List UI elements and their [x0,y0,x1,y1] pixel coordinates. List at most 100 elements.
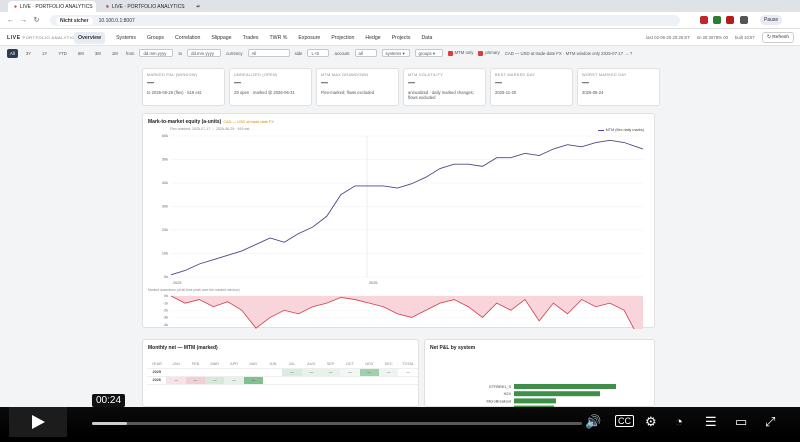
system-bar[interactable] [514,398,556,403]
nav-slippage[interactable]: Slippage [211,35,231,41]
browser-tab-active[interactable]: ● LIVE · PORTFOLIO ANALYTICS × [8,1,96,12]
nav-data[interactable]: Data [421,35,432,41]
kpi-label: UNREALIZED (OPEN) [234,73,307,77]
tab-title: LIVE · PORTFOLIO ANALYTICS [112,4,185,10]
y-tick-label: 30k [162,205,168,209]
time-tooltip: 00:24 [92,394,125,407]
status-built: built 10:57 [735,35,755,40]
side-select[interactable]: L+S [307,49,329,57]
forward-icon[interactable]: → [19,16,28,25]
url-field[interactable]: Nicht sicher 10.100.0.1:8007 [50,15,680,26]
month-cell [321,376,340,384]
col-header: JUL [282,360,301,368]
x-tick-label: 2026 [369,281,377,285]
col-header: JUN [263,360,282,368]
kpi-sub: 29 open · marked @ 2026-06-31 [234,90,307,95]
tab-favicon-icon: ● [14,4,17,10]
address-bar-row: ← → ↻ Nicht sicher 10.100.0.1:8007 Pause [0,12,800,29]
kpi-value: — [495,80,568,87]
system-bar[interactable] [514,391,600,396]
reload-icon[interactable]: ↻ [32,16,41,25]
range-6m[interactable]: 6M [75,49,87,58]
nav-projects[interactable]: Projects [392,35,411,41]
checkbox-icon [448,51,453,56]
refresh-icon: ↻ [767,35,771,40]
profile-button[interactable]: Pause [760,15,782,25]
seek-bar[interactable] [92,422,582,425]
kpi-card: MTM VOLATILITY—annualized · daily marked… [403,68,486,106]
equity-panel: Mark-to-market equity (a-units)CAD — USD… [142,113,655,328]
browser-tab[interactable]: ● LIVE · PORTFOLIO ANALYTICS × [100,1,188,12]
extension-icon[interactable] [726,16,734,24]
mtm-only-checkbox[interactable]: MTM only [448,50,474,55]
col-header: TOTAL [398,360,418,368]
col-header: JAN [166,360,185,368]
fullscreen-icon[interactable]: ⤢ [765,414,775,430]
nav-trades[interactable]: Trades [243,35,259,41]
nav-exposure[interactable]: Exposure [298,35,320,41]
kpi-value: — [408,80,481,87]
range-3y[interactable]: 3Y [23,49,34,58]
nav-projection[interactable]: Projection [331,35,354,41]
nav-groups[interactable]: Groups [147,35,164,41]
captions-icon[interactable]: CC [615,415,634,427]
primary-checkbox[interactable]: primary [478,50,499,55]
settings-icon[interactable]: ⚙ [645,414,657,430]
groups-select[interactable]: groups ▾ [415,49,443,57]
table-row: 2025——————— [147,368,418,376]
mtm-only-label: MTM only [455,50,474,55]
system-label: MicroBreakout [487,399,512,403]
kpi-cards: MARKED P&L (WINDOW)—to 2026-06-26 (flex)… [142,68,660,106]
monthly-header-row: YEARJANFEBMARAPRMAYJUNJULAUGSEPOCTNOVDEC… [147,360,418,368]
nav-overview[interactable]: Overview [74,32,105,44]
system-label: H2X [504,392,512,396]
drawdown-caption: Marked drawdown (of all-time peak over t… [148,288,240,292]
security-chip[interactable]: Nicht sicher [56,17,93,25]
refresh-button[interactable]: ↻ Refresh [762,32,794,43]
range-1y[interactable]: 1Y [39,49,50,58]
col-header: YEAR [147,360,166,368]
x-tick-label: 2025 [173,281,181,285]
y-tick-label: 0k [164,275,168,279]
account-select[interactable]: all [355,49,377,57]
app-root: LIVEPORTFOLIO ANALYTICS Overview Systems… [0,29,800,407]
nav-systems[interactable]: Systems [116,35,136,41]
play-button[interactable] [9,407,67,437]
month-cell: — [282,368,301,376]
systems-select[interactable]: systems ▾ [382,49,410,57]
month-cell [186,368,205,376]
speed-icon[interactable]: ◔ [675,414,683,429]
currency-select[interactable]: All [248,49,290,57]
system-bar[interactable] [514,384,616,389]
nav-hedge[interactable]: Hedge [365,35,380,41]
tab-title: LIVE · PORTFOLIO ANALYTICS [20,4,93,10]
range-ytd[interactable]: YTD [55,49,70,58]
extension-icon[interactable] [740,16,748,24]
transcript-icon[interactable]: ☰ [705,414,717,430]
drawdown-area [171,296,643,329]
dd-tick-label: -3k [163,316,168,320]
pip-icon[interactable]: ▭ [735,414,747,430]
checkbox-icon [478,51,483,56]
kpi-value: — [147,80,220,87]
kpi-sub: to 2026-06-26 (flex) · 519 est. [147,90,220,95]
back-icon[interactable]: ← [6,16,15,25]
range-all[interactable]: All [7,49,18,58]
seek-progress [92,422,127,425]
range-3m[interactable]: 3M [92,49,104,58]
status-sn: sn 28 2678% 00 [697,35,728,40]
nav-twr[interactable]: TWR % [270,35,288,41]
refresh-label: Refresh [772,35,789,40]
range-1m[interactable]: 1M [109,49,121,58]
col-header: AUG [302,360,321,368]
month-cell [282,376,301,384]
extension-icon[interactable] [700,16,708,24]
extension-icon[interactable] [713,16,721,24]
from-date-input[interactable]: dd.mm.yyyy [139,49,173,57]
volume-icon[interactable]: 🔊 [585,414,601,430]
month-cell [205,368,224,376]
month-cell: — [166,376,185,384]
nav-correlation[interactable]: Correlation [175,35,200,41]
new-tab-button[interactable]: + [190,1,205,12]
to-date-input[interactable]: dd.mm.yyyy [187,49,221,57]
